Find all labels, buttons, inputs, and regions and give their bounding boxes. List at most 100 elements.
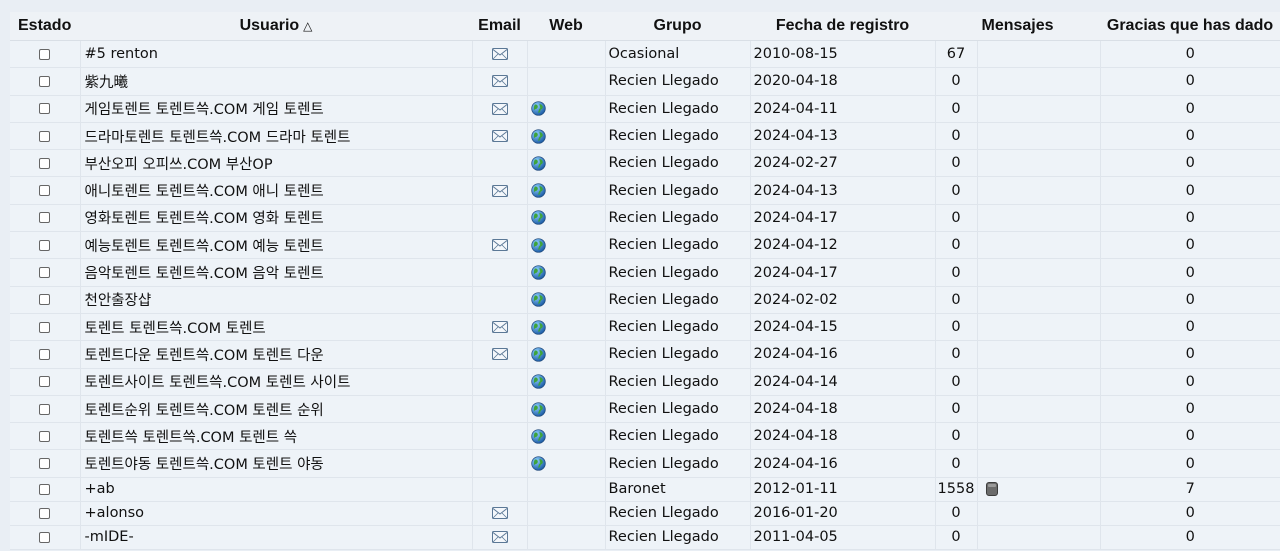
web-cell bbox=[527, 501, 606, 526]
email-icon[interactable] bbox=[491, 239, 508, 252]
email-icon[interactable] bbox=[491, 321, 508, 334]
posts-count: 0 bbox=[951, 291, 961, 308]
select-checkbox[interactable] bbox=[39, 212, 51, 224]
username-link[interactable]: 토렌트 토렌트쓱.COM 토렌트 bbox=[85, 321, 266, 337]
date-cell: 2024-02-27 bbox=[750, 149, 936, 178]
thanks-count: 0 bbox=[1185, 264, 1195, 281]
username-link[interactable]: 토렌트순위 토렌트쓱.COM 토렌트 순위 bbox=[85, 403, 324, 419]
username-link[interactable]: +ab bbox=[85, 481, 115, 497]
select-checkbox[interactable] bbox=[39, 403, 51, 415]
username-link[interactable]: 紫九曦 bbox=[85, 75, 129, 91]
globe-icon[interactable] bbox=[530, 101, 546, 116]
username-link[interactable]: 음악토렌트 토렌트쓱.COM 음악 토렌트 bbox=[85, 266, 324, 282]
select-checkbox[interactable] bbox=[39, 376, 51, 388]
username-link[interactable]: 애니토렌트 토렌트쓱.COM 애니 토렌트 bbox=[85, 184, 324, 200]
globe-icon[interactable] bbox=[530, 429, 546, 444]
posts-count: 0 bbox=[951, 505, 961, 522]
select-checkbox[interactable] bbox=[39, 430, 51, 442]
username-link[interactable]: 천안출장샵 bbox=[85, 293, 152, 309]
select-checkbox[interactable] bbox=[39, 239, 51, 251]
globe-icon[interactable] bbox=[530, 292, 546, 307]
thanks-count: 0 bbox=[1185, 237, 1195, 254]
registration-date: 2016-01-20 bbox=[753, 505, 838, 522]
globe-icon[interactable] bbox=[530, 156, 546, 171]
web-cell bbox=[527, 204, 606, 233]
group-cell: Recien Llegado bbox=[605, 176, 751, 205]
status-cell bbox=[10, 204, 81, 233]
select-checkbox[interactable] bbox=[39, 130, 51, 142]
column-header-web[interactable]: Web bbox=[527, 12, 605, 41]
column-header-usuario[interactable]: Usuario △ bbox=[80, 12, 472, 41]
column-header-gracias[interactable]: Gracias que has dado bbox=[1100, 12, 1280, 41]
select-checkbox[interactable] bbox=[39, 507, 51, 519]
select-checkbox[interactable] bbox=[39, 157, 51, 169]
thanks-cell: 0 bbox=[1100, 40, 1280, 69]
select-checkbox[interactable] bbox=[39, 48, 51, 60]
select-checkbox[interactable] bbox=[39, 483, 51, 495]
select-checkbox[interactable] bbox=[39, 531, 51, 543]
globe-icon[interactable] bbox=[530, 401, 546, 417]
sort-ascending-icon[interactable]: △ bbox=[303, 19, 312, 33]
email-icon[interactable] bbox=[491, 102, 508, 115]
thanks-cell: 0 bbox=[1100, 501, 1280, 526]
column-header-email[interactable]: Email bbox=[472, 12, 527, 41]
email-icon[interactable] bbox=[491, 184, 508, 197]
select-checkbox[interactable] bbox=[39, 321, 51, 333]
status-cell bbox=[10, 286, 81, 314]
group-cell: Recien Llegado bbox=[605, 501, 751, 526]
select-checkbox[interactable] bbox=[39, 75, 51, 87]
private-message-icon[interactable] bbox=[985, 482, 998, 497]
globe-icon[interactable] bbox=[530, 347, 546, 362]
username-link[interactable]: 게임토렌트 토렌트쓱.COM 게임 토렌트 bbox=[85, 102, 324, 118]
email-icon[interactable] bbox=[491, 75, 508, 88]
globe-icon[interactable] bbox=[530, 456, 546, 471]
globe-icon[interactable] bbox=[530, 265, 546, 280]
email-icon[interactable] bbox=[491, 348, 508, 361]
username-link[interactable]: 토렌트다운 토렌트쓱.COM 토렌트 다운 bbox=[85, 348, 324, 364]
username-link[interactable]: 부산오피 오피쓰.COM 부산OP bbox=[85, 157, 273, 173]
username-link[interactable]: 예능토렌트 토렌트쓱.COM 예능 토렌트 bbox=[85, 239, 324, 255]
username-link[interactable]: 토렌트사이트 토렌트쓱.COM 토렌트 사이트 bbox=[85, 375, 351, 391]
username-link[interactable]: -mIDE- bbox=[85, 529, 134, 545]
thanks-count: 0 bbox=[1185, 428, 1195, 445]
email-icon[interactable] bbox=[491, 48, 508, 61]
username-link[interactable]: 토렌트쓱 토렌트쓱.COM 토렌트 쓱 bbox=[85, 430, 298, 446]
globe-icon[interactable] bbox=[530, 128, 546, 144]
pm-cell bbox=[977, 286, 1101, 314]
registration-date: 2024-04-18 bbox=[753, 428, 838, 445]
table-row: 토렌트사이트 토렌트쓱.COM 토렌트 사이트 Recien Llegado 202… bbox=[10, 368, 1280, 396]
globe-icon[interactable] bbox=[530, 183, 546, 198]
username-link[interactable]: 영화토렌트 토렌트쓱.COM 영화 토렌트 bbox=[85, 211, 324, 227]
username-link[interactable]: 토렌트야동 토렌트쓱.COM 토렌트 야동 bbox=[85, 457, 324, 473]
globe-icon[interactable] bbox=[530, 319, 546, 335]
username-link[interactable]: 드라마토렌트 토렌트쓱.COM 드라마 토렌트 bbox=[85, 130, 351, 146]
select-checkbox[interactable] bbox=[39, 185, 51, 197]
thanks-cell: 0 bbox=[1100, 449, 1280, 478]
column-header-fecha[interactable]: Fecha de registro bbox=[750, 12, 935, 41]
select-checkbox[interactable] bbox=[39, 103, 51, 115]
username-link[interactable]: #5 renton bbox=[85, 46, 158, 62]
globe-icon[interactable] bbox=[530, 238, 546, 253]
globe-icon[interactable] bbox=[530, 374, 546, 389]
email-icon[interactable] bbox=[491, 130, 508, 143]
select-checkbox[interactable] bbox=[39, 294, 51, 306]
group-label: Recien Llegado bbox=[608, 291, 719, 308]
web-cell bbox=[527, 67, 606, 96]
table-row: 예능토렌트 토렌트쓱.COM 예능 토렌트 Recien Llegado 2024-… bbox=[10, 231, 1280, 260]
group-cell: Recien Llegado bbox=[605, 204, 751, 233]
username-link[interactable]: +alonso bbox=[85, 505, 145, 521]
select-checkbox[interactable] bbox=[39, 458, 51, 470]
email-cell bbox=[472, 95, 528, 123]
web-cell bbox=[527, 258, 606, 287]
column-header-estado[interactable]: Estado bbox=[10, 12, 80, 41]
email-icon[interactable] bbox=[491, 531, 508, 544]
select-checkbox[interactable] bbox=[39, 267, 51, 279]
column-header-grupo[interactable]: Grupo bbox=[605, 12, 750, 41]
email-icon[interactable] bbox=[491, 507, 508, 520]
select-checkbox[interactable] bbox=[39, 348, 51, 360]
pm-cell bbox=[977, 340, 1101, 369]
status-cell bbox=[10, 258, 81, 287]
thanks-cell: 0 bbox=[1100, 525, 1280, 550]
globe-icon[interactable] bbox=[530, 210, 546, 226]
column-header-mensajes[interactable]: Mensajes bbox=[935, 12, 1101, 41]
